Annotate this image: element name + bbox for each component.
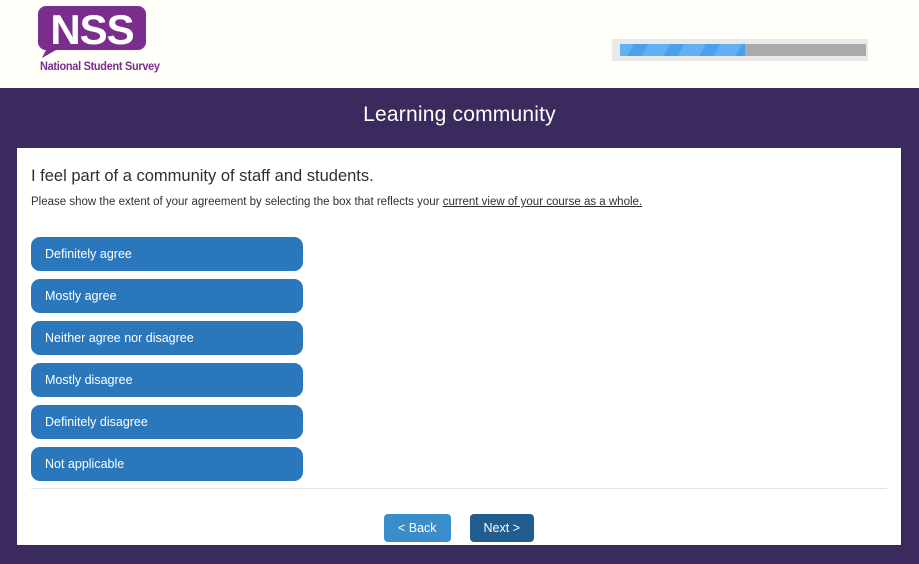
answer-option[interactable]: Mostly disagree xyxy=(31,363,303,397)
navigation-bar: < Back Next > xyxy=(17,514,901,542)
progress-bar xyxy=(612,39,868,61)
course-view-link[interactable]: current view of your course as a whole. xyxy=(443,196,642,208)
answer-option[interactable]: Neither agree nor disagree xyxy=(31,321,303,355)
page-title: Learning community xyxy=(363,103,556,126)
answer-option[interactable]: Definitely agree xyxy=(31,237,303,271)
answer-option[interactable]: Definitely disagree xyxy=(31,405,303,439)
answer-option[interactable]: Mostly agree xyxy=(31,279,303,313)
page-header: NSS National Student Survey xyxy=(0,0,919,88)
nss-logo: NSS National Student Survey xyxy=(38,6,160,78)
question-title: I feel part of a community of staff and … xyxy=(31,167,374,185)
back-button[interactable]: < Back xyxy=(383,514,451,542)
nss-logo-acronym: NSS xyxy=(50,6,133,53)
question-instruction: Please show the extent of your agreement… xyxy=(31,196,642,208)
nss-logo-bubble-icon: NSS xyxy=(38,6,146,58)
progress-track xyxy=(620,44,866,56)
next-button[interactable]: Next > xyxy=(469,514,535,542)
instruction-text: Please show the extent of your agreement… xyxy=(31,196,443,208)
card-divider xyxy=(31,488,887,489)
nss-logo-subtitle: National Student Survey xyxy=(40,61,160,73)
answer-option[interactable]: Not applicable xyxy=(31,447,303,481)
answer-options-list: Definitely agree Mostly agree Neither agre… xyxy=(31,237,303,489)
question-card: I feel part of a community of staff and … xyxy=(17,148,901,545)
progress-fill xyxy=(620,44,746,56)
